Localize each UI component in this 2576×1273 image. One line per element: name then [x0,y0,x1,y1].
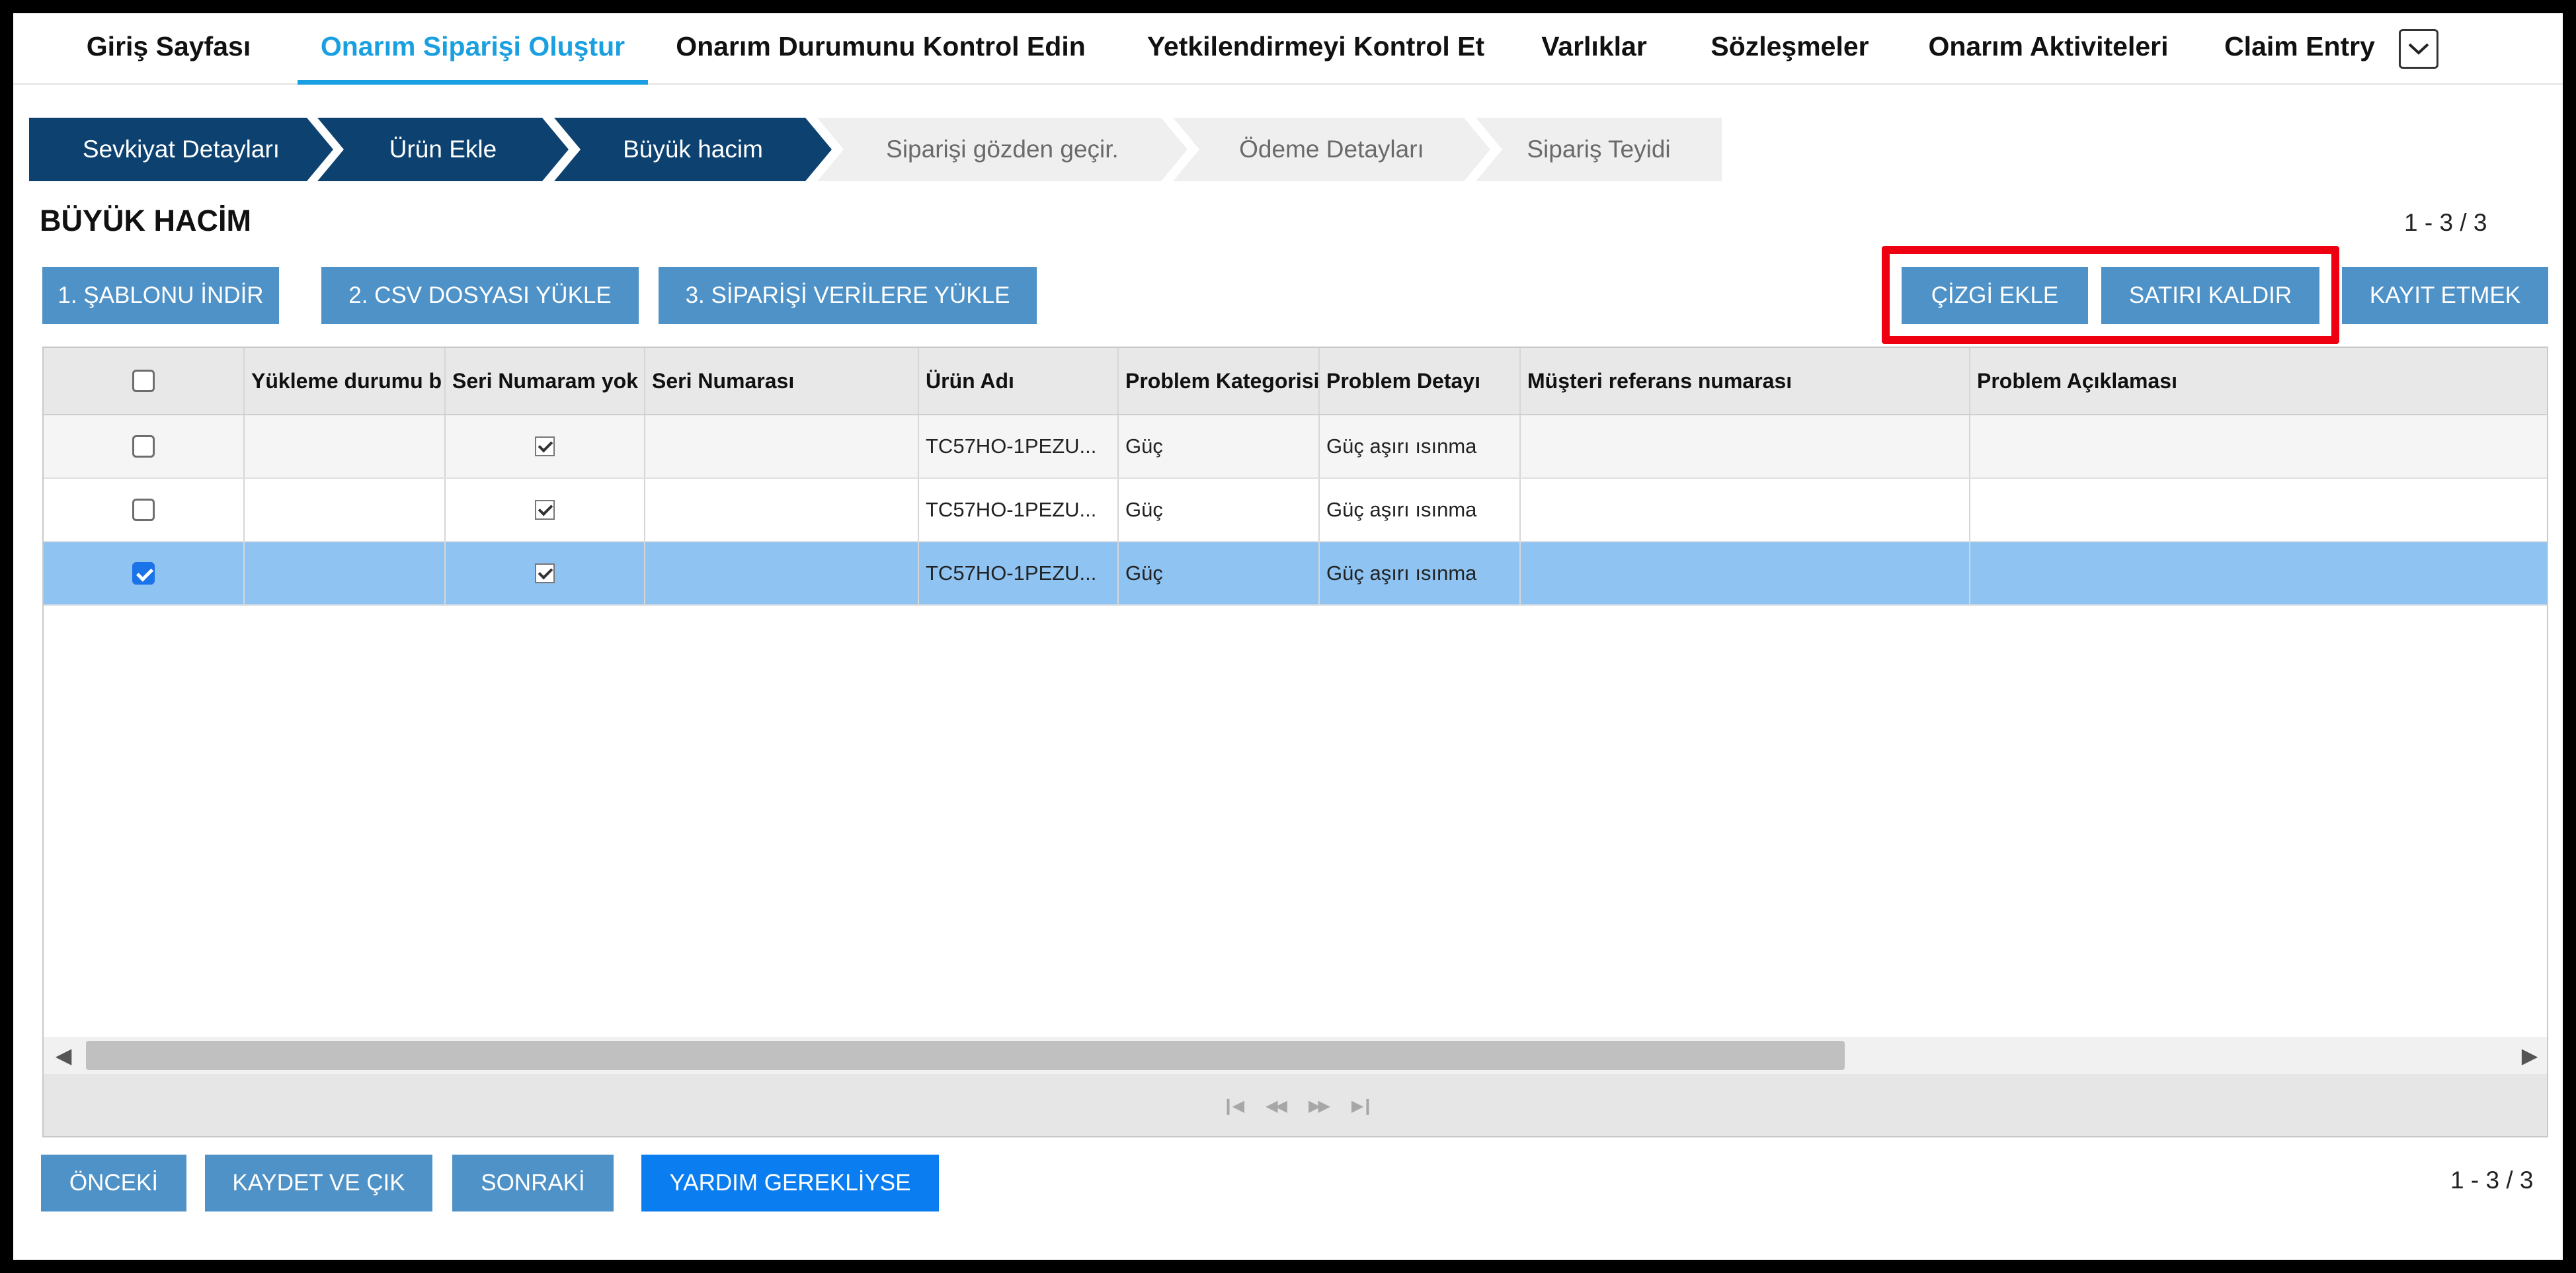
cell-problem-detail: Güç aşırı ısınma [1320,542,1521,604]
nav-contracts[interactable]: Sözleşmeler [1701,13,1879,85]
annotation-highlight-box [1882,246,2339,344]
step-review-order[interactable]: Siparişi gözden geçir. [817,118,1187,181]
scroll-left-icon[interactable]: ◀ [50,1041,77,1070]
grid-pager: ❙◀ ◀◀ ▶▶ ▶❙ [44,1074,2547,1136]
header-select-all-cell [44,348,245,414]
cell-product-name: TC57HO-1PEZU... [919,415,1119,477]
nav-assets[interactable]: Varlıklar [1531,13,1657,85]
cell-problem-category: Güç [1119,479,1320,541]
no-serial-checkbox[interactable] [535,500,555,520]
cell-problem-detail: Güç aşırı ısınma [1320,415,1521,477]
help-needed-button[interactable]: YARDIM GEREKLİYSE [641,1155,939,1211]
chevron-down-icon [2408,43,2429,55]
cell-product-name: TC57HO-1PEZU... [919,542,1119,604]
cell-upload-status [245,415,446,477]
next-button[interactable]: SONRAKİ [452,1155,614,1211]
nav-check-authorization[interactable]: Yetkilendirmeyi Kontrol Et [1131,13,1501,85]
next-page-icon[interactable]: ▶▶ [1308,1096,1330,1116]
bulk-order-grid: Yükleme durumu b Seri Numaram yok Seri N… [42,347,2548,1137]
last-page-icon[interactable]: ▶❙ [1351,1096,1375,1116]
cell-serial-number[interactable] [645,542,919,604]
nav-more-button[interactable] [2399,29,2438,69]
cell-serial-number[interactable] [645,479,919,541]
top-navigation: Giriş Sayfası Onarım Siparişi Oluştur On… [13,13,2563,85]
first-page-icon[interactable]: ❙◀ [1222,1096,1245,1116]
cell-product-name: TC57HO-1PEZU... [919,479,1119,541]
previous-button[interactable]: ÖNCEKİ [41,1155,186,1211]
table-row[interactable]: TC57HO-1PEZU... Güç Güç aşırı ısınma [44,479,2547,542]
step-payment-details[interactable]: Ödeme Detayları [1173,118,1490,181]
row-select-cell [44,479,245,541]
select-all-checkbox[interactable] [132,370,155,392]
wizard-steps: Sevkiyat Detayları Ürün Ekle Büyük hacim… [29,118,1722,181]
row-checkbox[interactable] [132,435,155,458]
cell-problem-description[interactable] [1970,542,2547,604]
load-order-data-button[interactable]: 3. SİPARİŞİ VERİLERE YÜKLE [659,267,1037,324]
column-header-product-name[interactable]: Ürün Adı [919,348,1119,414]
row-select-cell [44,415,245,477]
table-row[interactable]: TC57HO-1PEZU... Güç Güç aşırı ısınma [44,415,2547,479]
page-title: BÜYÜK HACİM [40,204,251,237]
scroll-right-icon[interactable]: ▶ [2516,1041,2543,1070]
row-select-cell [44,542,245,604]
cell-no-serial [446,542,645,604]
table-row-selected[interactable]: TC57HO-1PEZU... Güç Güç aşırı ısınma [44,542,2547,606]
cell-customer-reference[interactable] [1521,542,1970,604]
nav-claim-entry[interactable]: Claim Entry [2214,13,2386,85]
step-order-confirmation[interactable]: Sipariş Teyidi [1476,118,1722,181]
grid-header: Yükleme durumu b Seri Numaram yok Seri N… [44,348,2547,415]
cell-no-serial [446,479,645,541]
prev-page-icon[interactable]: ◀◀ [1266,1096,1287,1116]
nav-home[interactable]: Giriş Sayfası [73,13,264,85]
step-shipping-details[interactable]: Sevkiyat Detayları [29,118,333,181]
column-header-upload-status[interactable]: Yükleme durumu b [245,348,446,414]
app-window: Giriş Sayfası Onarım Siparişi Oluştur On… [13,13,2563,1260]
cell-upload-status [245,542,446,604]
nav-create-repair-order[interactable]: Onarım Siparişi Oluştur [298,13,648,85]
nav-repair-activities[interactable]: Onarım Aktiviteleri [1916,13,2181,85]
cell-problem-detail: Güç aşırı ısınma [1320,479,1521,541]
cell-no-serial [446,415,645,477]
horizontal-scrollbar[interactable]: ◀ ▶ [44,1037,2547,1074]
upload-csv-button[interactable]: 2. CSV DOSYASI YÜKLE [321,267,639,324]
cell-serial-number[interactable] [645,415,919,477]
no-serial-checkbox[interactable] [535,436,555,456]
step-add-product[interactable]: Ürün Ekle [317,118,569,181]
cell-problem-category: Güç [1119,415,1320,477]
nav-check-repair-status[interactable]: Onarım Durumunu Kontrol Edin [663,13,1099,85]
column-header-problem-category[interactable]: Problem Kategorisi [1119,348,1320,414]
cell-problem-description[interactable] [1970,479,2547,541]
cell-upload-status [245,479,446,541]
row-checkbox[interactable] [132,562,155,585]
column-header-problem-description[interactable]: Problem Açıklaması [1970,348,2547,414]
save-button[interactable]: KAYIT ETMEK [2342,267,2548,324]
cell-problem-category: Güç [1119,542,1320,604]
save-and-exit-button[interactable]: KAYDET VE ÇIK [205,1155,432,1211]
record-count-top: 1 - 3 / 3 [2404,209,2487,236]
column-header-customer-reference[interactable]: Müşteri referans numarası [1521,348,1970,414]
no-serial-checkbox[interactable] [535,563,555,583]
cell-problem-description[interactable] [1970,415,2547,477]
download-template-button[interactable]: 1. ŞABLONU İNDİR [42,267,279,324]
column-header-problem-detail[interactable]: Problem Detayı [1320,348,1521,414]
row-checkbox[interactable] [132,499,155,521]
column-header-no-serial[interactable]: Seri Numaram yok [446,348,645,414]
cell-customer-reference[interactable] [1521,415,1970,477]
column-header-serial-number[interactable]: Seri Numarası [645,348,919,414]
scrollbar-thumb[interactable] [86,1041,1845,1070]
record-count-bottom: 1 - 3 / 3 [2450,1167,2534,1194]
step-bulk-volume[interactable]: Büyük hacim [554,118,832,181]
cell-customer-reference[interactable] [1521,479,1970,541]
